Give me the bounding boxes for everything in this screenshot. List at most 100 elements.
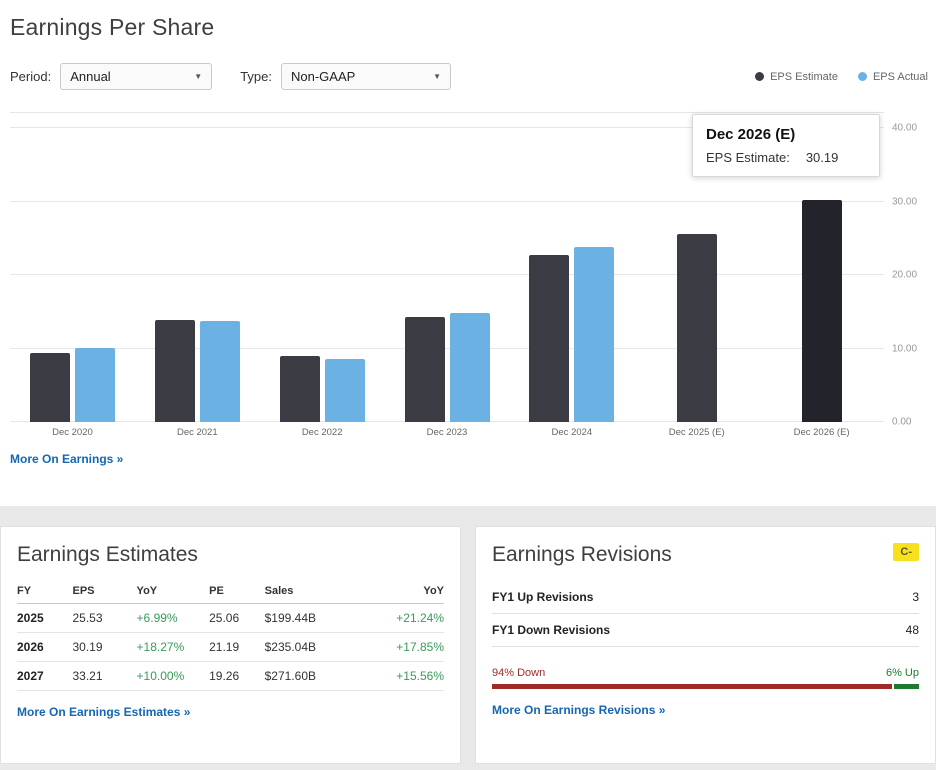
- bar-eps-estimate[interactable]: [280, 356, 320, 422]
- period-select-value: Annual: [70, 69, 110, 84]
- type-select[interactable]: Non-GAAP ▼: [281, 63, 451, 90]
- bar-eps-actual[interactable]: [325, 359, 365, 422]
- table-cell: +17.85%: [359, 633, 444, 662]
- y-axis-tick: 10.00: [892, 343, 917, 354]
- revision-row: FY1 Down Revisions 48: [492, 614, 919, 647]
- bar-eps-estimate[interactable]: [677, 234, 717, 422]
- more-on-earnings-link[interactable]: More On Earnings »: [10, 452, 123, 466]
- earnings-per-share-section: Earnings Per Share Period: Annual ▼ Type…: [0, 0, 936, 468]
- column-header: Sales: [265, 580, 359, 604]
- table-cell: 30.19: [73, 633, 137, 662]
- legend-item-eps-actual[interactable]: EPS Actual: [858, 71, 928, 83]
- more-on-earnings-estimates-link[interactable]: More On Earnings Estimates »: [17, 705, 190, 719]
- legend-item-eps-estimate[interactable]: EPS Estimate: [755, 71, 838, 83]
- table-header-row: FYEPSYoYPESalesYoY: [17, 580, 444, 604]
- bar-eps-estimate[interactable]: [529, 255, 569, 422]
- legend-dot-actual-icon: [858, 72, 867, 81]
- period-select[interactable]: Annual ▼: [60, 63, 212, 90]
- table-cell: +21.24%: [359, 604, 444, 633]
- x-axis-label: Dec 2023: [385, 427, 510, 438]
- revision-value: 3: [912, 590, 919, 604]
- bar-eps-estimate[interactable]: [155, 320, 195, 422]
- table-row: 202525.53+6.99%25.06$199.44B+21.24%: [17, 604, 444, 633]
- table-cell: 2026: [17, 633, 73, 662]
- table-row: 202733.21+10.00%19.26$271.60B+15.56%: [17, 662, 444, 691]
- legend-estimate-label: EPS Estimate: [770, 71, 838, 83]
- x-axis-label: Dec 2022: [260, 427, 385, 438]
- revisions-grade-badge[interactable]: C-: [893, 543, 919, 561]
- table-cell: 21.19: [209, 633, 265, 662]
- type-select-value: Non-GAAP: [291, 69, 355, 84]
- table-cell: $199.44B: [265, 604, 359, 633]
- chevron-down-icon: ▼: [194, 72, 202, 81]
- bar-eps-estimate[interactable]: [802, 200, 842, 422]
- table-cell: 25.53: [73, 604, 137, 633]
- revision-value: 48: [906, 623, 919, 637]
- earnings-estimates-title: Earnings Estimates: [17, 543, 198, 567]
- table-cell: 2027: [17, 662, 73, 691]
- period-label: Period:: [10, 69, 51, 84]
- column-header: YoY: [359, 580, 444, 604]
- bar-eps-actual[interactable]: [574, 247, 614, 422]
- chevron-down-icon: ▼: [433, 72, 441, 81]
- tooltip-title: Dec 2026 (E): [706, 126, 866, 143]
- x-axis-label: Dec 2020: [10, 427, 135, 438]
- table-cell: +6.99%: [137, 604, 210, 633]
- x-labels: Dec 2020Dec 2021Dec 2022Dec 2023Dec 2024…: [10, 427, 936, 438]
- bar-eps-actual[interactable]: [200, 321, 240, 422]
- bar-group: [10, 128, 135, 422]
- bar-group: [385, 128, 510, 422]
- x-axis-label: Dec 2024: [509, 427, 634, 438]
- table-cell: $271.60B: [265, 662, 359, 691]
- table-cell: 2025: [17, 604, 73, 633]
- revision-label: FY1 Down Revisions: [492, 623, 610, 637]
- bar-group: [509, 128, 634, 422]
- table-row: 202630.19+18.27%21.19$235.04B+17.85%: [17, 633, 444, 662]
- chart-controls: Period: Annual ▼ Type: Non-GAAP ▼ EPS Es…: [10, 63, 936, 90]
- tooltip-value: 30.19: [806, 150, 839, 165]
- bar-eps-estimate[interactable]: [30, 353, 70, 422]
- column-header: YoY: [137, 580, 210, 604]
- bottom-panels: Earnings Estimates FYEPSYoYPESalesYoY202…: [0, 506, 936, 770]
- y-axis: 0.0010.0020.0030.0040.00: [884, 112, 936, 422]
- revisions-up-label: 6% Up: [886, 667, 919, 679]
- revisions-down-label: 94% Down: [492, 667, 545, 679]
- y-axis-tick: 30.00: [892, 196, 917, 207]
- more-on-earnings-revisions-link[interactable]: More On Earnings Revisions »: [492, 703, 665, 717]
- earnings-estimates-card: Earnings Estimates FYEPSYoYPESalesYoY202…: [0, 526, 461, 764]
- type-label: Type:: [240, 69, 272, 84]
- x-axis-label: Dec 2026 (E): [759, 427, 884, 438]
- table-cell: +18.27%: [137, 633, 210, 662]
- column-header: FY: [17, 580, 73, 604]
- x-axis-label: Dec 2025 (E): [634, 427, 759, 438]
- eps-bar-chart: 0.0010.0020.0030.0040.00 Dec 2020Dec 202…: [10, 112, 936, 438]
- revisions-meter-up-bar: [894, 684, 920, 689]
- bar-group: [135, 128, 260, 422]
- x-axis-label: Dec 2021: [135, 427, 260, 438]
- column-header: EPS: [73, 580, 137, 604]
- estimates-table: FYEPSYoYPESalesYoY202525.53+6.99%25.06$1…: [17, 580, 444, 691]
- table-cell: 25.06: [209, 604, 265, 633]
- tooltip-series-label: EPS Estimate:: [706, 150, 790, 165]
- table-cell: +15.56%: [359, 662, 444, 691]
- table-cell: +10.00%: [137, 662, 210, 691]
- revisions-rows: FY1 Up Revisions 3 FY1 Down Revisions 48: [492, 581, 919, 647]
- revisions-meter-down-bar: [492, 684, 892, 689]
- bar-eps-estimate[interactable]: [405, 317, 445, 422]
- y-axis-tick: 40.00: [892, 123, 917, 134]
- revision-label: FY1 Up Revisions: [492, 590, 593, 604]
- bar-group: [260, 128, 385, 422]
- revision-row: FY1 Up Revisions 3: [492, 581, 919, 614]
- y-axis-tick: 20.00: [892, 270, 917, 281]
- column-header: PE: [209, 580, 265, 604]
- table-cell: 33.21: [73, 662, 137, 691]
- earnings-revisions-title: Earnings Revisions: [492, 543, 672, 567]
- table-cell: $235.04B: [265, 633, 359, 662]
- y-axis-tick: 0.00: [892, 417, 911, 428]
- revisions-meter: [492, 684, 919, 689]
- bar-eps-actual[interactable]: [450, 313, 490, 422]
- table-cell: 19.26: [209, 662, 265, 691]
- page-title: Earnings Per Share: [10, 14, 936, 41]
- legend-dot-estimate-icon: [755, 72, 764, 81]
- bar-eps-actual[interactable]: [75, 348, 115, 422]
